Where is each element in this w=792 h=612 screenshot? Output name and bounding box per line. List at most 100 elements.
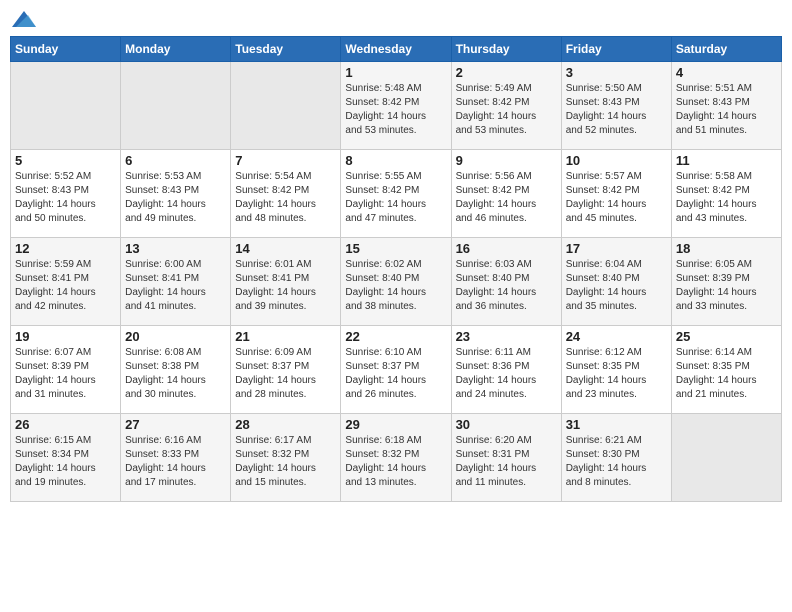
page-header (10, 10, 782, 28)
day-number: 12 (15, 241, 116, 256)
day-info: Sunrise: 6:00 AM Sunset: 8:41 PM Dayligh… (125, 258, 226, 314)
day-info: Sunrise: 6:17 AM Sunset: 8:32 PM Dayligh… (235, 434, 336, 490)
calendar-cell: 31Sunrise: 6:21 AM Sunset: 8:30 PM Dayli… (561, 414, 671, 502)
calendar-cell: 19 Sunrise: 6:07 AM Sunset: 8:39 PM Dayli… (11, 326, 121, 414)
calendar-week-row: 1 Sunrise: 5:48 AM Sunset: 8:42 PM Daylig… (11, 62, 782, 150)
day-info: Sunrise: 6:04 AM Sunset: 8:40 PM Dayligh… (566, 258, 667, 314)
day-info: Sunrise: 6:18 AM Sunset: 8:32 PM Dayligh… (345, 434, 446, 490)
calendar-cell (121, 62, 231, 150)
calendar-cell: 14 Sunrise: 6:01 AM Sunset: 8:41 PM Dayli… (231, 238, 341, 326)
day-info: Sunrise: 5:48 AM Sunset: 8:42 PM Dayligh… (345, 82, 446, 138)
day-info: Sunrise: 5:50 AM Sunset: 8:43 PM Dayligh… (566, 82, 667, 138)
calendar-cell: 29 Sunrise: 6:18 AM Sunset: 8:32 PM Dayli… (341, 414, 451, 502)
day-number: 17 (566, 241, 667, 256)
day-number: 30 (456, 417, 557, 432)
calendar-cell: 20Sunrise: 6:08 AM Sunset: 8:38 PM Dayli… (121, 326, 231, 414)
calendar-cell: 12 Sunrise: 5:59 AM Sunset: 8:41 PM Dayli… (11, 238, 121, 326)
calendar-cell: 7Sunrise: 5:54 AM Sunset: 8:42 PM Daylig… (231, 150, 341, 238)
day-info: Sunrise: 5:51 AM Sunset: 8:43 PM Dayligh… (676, 82, 777, 138)
weekday-header-cell: Friday (561, 37, 671, 62)
calendar-cell (11, 62, 121, 150)
day-number: 4 (676, 65, 777, 80)
calendar-cell: 25Sunrise: 6:14 AM Sunset: 8:35 PM Dayli… (671, 326, 781, 414)
day-info: Sunrise: 6:21 AM Sunset: 8:30 PM Dayligh… (566, 434, 667, 490)
day-info: Sunrise: 6:16 AM Sunset: 8:33 PM Dayligh… (125, 434, 226, 490)
day-info: Sunrise: 6:02 AM Sunset: 8:40 PM Dayligh… (345, 258, 446, 314)
day-number: 5 (15, 153, 116, 168)
calendar-cell (231, 62, 341, 150)
day-info: Sunrise: 6:07 AM Sunset: 8:39 PM Dayligh… (15, 346, 116, 402)
day-info: Sunrise: 6:14 AM Sunset: 8:35 PM Dayligh… (676, 346, 777, 402)
calendar-cell: 24 Sunrise: 6:12 AM Sunset: 8:35 PM Dayli… (561, 326, 671, 414)
calendar-cell: 23 Sunrise: 6:11 AM Sunset: 8:36 PM Dayli… (451, 326, 561, 414)
calendar-cell: 1 Sunrise: 5:48 AM Sunset: 8:42 PM Daylig… (341, 62, 451, 150)
calendar-cell: 2Sunrise: 5:49 AM Sunset: 8:42 PM Daylig… (451, 62, 561, 150)
calendar-cell: 5 Sunrise: 5:52 AM Sunset: 8:43 PM Daylig… (11, 150, 121, 238)
calendar-body: 1 Sunrise: 5:48 AM Sunset: 8:42 PM Daylig… (11, 62, 782, 502)
day-number: 28 (235, 417, 336, 432)
day-info: Sunrise: 5:59 AM Sunset: 8:41 PM Dayligh… (15, 258, 116, 314)
calendar-cell: 27Sunrise: 6:16 AM Sunset: 8:33 PM Dayli… (121, 414, 231, 502)
calendar-cell: 17 Sunrise: 6:04 AM Sunset: 8:40 PM Dayli… (561, 238, 671, 326)
day-info: Sunrise: 5:57 AM Sunset: 8:42 PM Dayligh… (566, 170, 667, 226)
day-number: 21 (235, 329, 336, 344)
day-number: 16 (456, 241, 557, 256)
day-info: Sunrise: 6:10 AM Sunset: 8:37 PM Dayligh… (345, 346, 446, 402)
weekday-header-cell: Wednesday (341, 37, 451, 62)
day-number: 19 (15, 329, 116, 344)
calendar-cell: 18Sunrise: 6:05 AM Sunset: 8:39 PM Dayli… (671, 238, 781, 326)
day-number: 6 (125, 153, 226, 168)
day-info: Sunrise: 6:09 AM Sunset: 8:37 PM Dayligh… (235, 346, 336, 402)
calendar-cell: 22Sunrise: 6:10 AM Sunset: 8:37 PM Dayli… (341, 326, 451, 414)
day-number: 11 (676, 153, 777, 168)
day-info: Sunrise: 5:52 AM Sunset: 8:43 PM Dayligh… (15, 170, 116, 226)
day-number: 29 (345, 417, 446, 432)
calendar-week-row: 26 Sunrise: 6:15 AM Sunset: 8:34 PM Dayli… (11, 414, 782, 502)
day-number: 18 (676, 241, 777, 256)
calendar-cell: 15Sunrise: 6:02 AM Sunset: 8:40 PM Dayli… (341, 238, 451, 326)
day-number: 23 (456, 329, 557, 344)
weekday-header-cell: Sunday (11, 37, 121, 62)
day-info: Sunrise: 6:11 AM Sunset: 8:36 PM Dayligh… (456, 346, 557, 402)
calendar-cell: 16 Sunrise: 6:03 AM Sunset: 8:40 PM Dayli… (451, 238, 561, 326)
calendar-table: SundayMondayTuesdayWednesdayThursdayFrid… (10, 36, 782, 502)
day-info: Sunrise: 6:20 AM Sunset: 8:31 PM Dayligh… (456, 434, 557, 490)
day-number: 9 (456, 153, 557, 168)
calendar-week-row: 5 Sunrise: 5:52 AM Sunset: 8:43 PM Daylig… (11, 150, 782, 238)
calendar-cell: 21 Sunrise: 6:09 AM Sunset: 8:37 PM Dayli… (231, 326, 341, 414)
weekday-header-cell: Monday (121, 37, 231, 62)
day-number: 10 (566, 153, 667, 168)
day-number: 14 (235, 241, 336, 256)
calendar-cell (671, 414, 781, 502)
day-number: 26 (15, 417, 116, 432)
calendar-cell: 13Sunrise: 6:00 AM Sunset: 8:41 PM Dayli… (121, 238, 231, 326)
day-info: Sunrise: 6:15 AM Sunset: 8:34 PM Dayligh… (15, 434, 116, 490)
calendar-week-row: 12 Sunrise: 5:59 AM Sunset: 8:41 PM Dayli… (11, 238, 782, 326)
day-number: 24 (566, 329, 667, 344)
calendar-cell: 28 Sunrise: 6:17 AM Sunset: 8:32 PM Dayli… (231, 414, 341, 502)
day-number: 7 (235, 153, 336, 168)
day-info: Sunrise: 5:49 AM Sunset: 8:42 PM Dayligh… (456, 82, 557, 138)
calendar-cell: 6 Sunrise: 5:53 AM Sunset: 8:43 PM Daylig… (121, 150, 231, 238)
calendar-cell: 8 Sunrise: 5:55 AM Sunset: 8:42 PM Daylig… (341, 150, 451, 238)
day-info: Sunrise: 5:55 AM Sunset: 8:42 PM Dayligh… (345, 170, 446, 226)
day-info: Sunrise: 6:03 AM Sunset: 8:40 PM Dayligh… (456, 258, 557, 314)
weekday-header-cell: Tuesday (231, 37, 341, 62)
day-info: Sunrise: 5:58 AM Sunset: 8:42 PM Dayligh… (676, 170, 777, 226)
calendar-cell: 4 Sunrise: 5:51 AM Sunset: 8:43 PM Daylig… (671, 62, 781, 150)
logo-icon (12, 10, 36, 28)
day-number: 1 (345, 65, 446, 80)
calendar-cell: 11 Sunrise: 5:58 AM Sunset: 8:42 PM Dayli… (671, 150, 781, 238)
calendar-cell: 30 Sunrise: 6:20 AM Sunset: 8:31 PM Dayli… (451, 414, 561, 502)
day-number: 20 (125, 329, 226, 344)
day-number: 3 (566, 65, 667, 80)
weekday-header-cell: Saturday (671, 37, 781, 62)
day-info: Sunrise: 6:12 AM Sunset: 8:35 PM Dayligh… (566, 346, 667, 402)
calendar-week-row: 19 Sunrise: 6:07 AM Sunset: 8:39 PM Dayli… (11, 326, 782, 414)
calendar-cell: 3 Sunrise: 5:50 AM Sunset: 8:43 PM Daylig… (561, 62, 671, 150)
day-info: Sunrise: 5:56 AM Sunset: 8:42 PM Dayligh… (456, 170, 557, 226)
day-number: 8 (345, 153, 446, 168)
day-info: Sunrise: 5:53 AM Sunset: 8:43 PM Dayligh… (125, 170, 226, 226)
logo (10, 10, 36, 28)
day-info: Sunrise: 6:01 AM Sunset: 8:41 PM Dayligh… (235, 258, 336, 314)
